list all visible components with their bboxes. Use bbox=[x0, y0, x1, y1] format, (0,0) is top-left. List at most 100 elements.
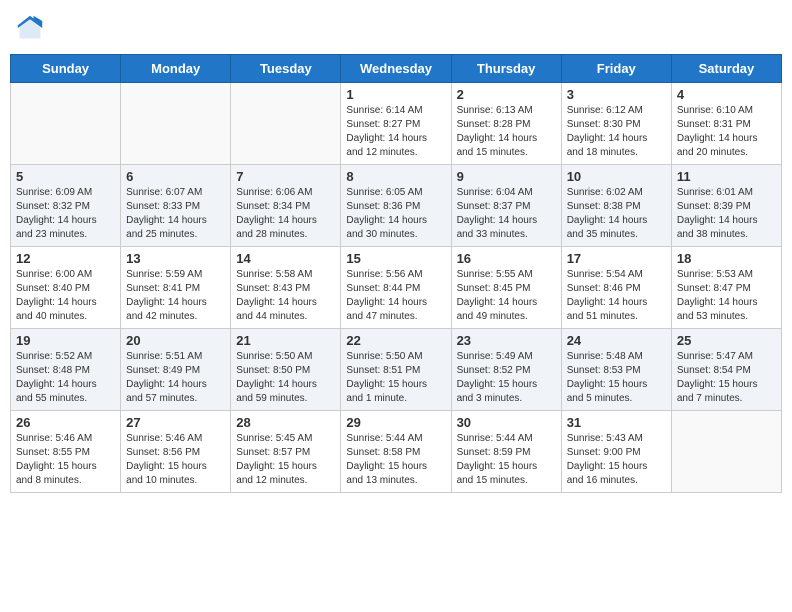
logo bbox=[16, 14, 48, 42]
day-number: 3 bbox=[567, 87, 666, 102]
calendar-cell: 22 Sunrise: 5:50 AM Sunset: 8:51 PM Dayli… bbox=[341, 329, 451, 411]
cell-info: Sunrise: 6:13 AM Sunset: 8:28 PM Dayligh… bbox=[457, 104, 556, 160]
day-number: 12 bbox=[16, 251, 115, 266]
cell-info: Sunrise: 6:06 AM Sunset: 8:34 PM Dayligh… bbox=[236, 186, 335, 242]
cell-info: Sunrise: 6:00 AM Sunset: 8:40 PM Dayligh… bbox=[16, 268, 115, 324]
calendar-cell: 5Sunrise: 6:09 AM Sunset: 8:32 PM Daylig… bbox=[11, 165, 121, 247]
cell-info: Sunrise: 6:01 AM Sunset: 8:39 PM Dayligh… bbox=[677, 186, 776, 242]
cell-info: Sunrise: 5:58 AM Sunset: 8:43 PM Dayligh… bbox=[236, 268, 335, 324]
column-header-tuesday: Tuesday bbox=[231, 55, 341, 83]
calendar-cell: 6 Sunrise: 6:07 AM Sunset: 8:33 PM Daylig… bbox=[121, 165, 231, 247]
day-number: 27 bbox=[126, 415, 225, 430]
column-header-friday: Friday bbox=[561, 55, 671, 83]
cell-info: Sunrise: 5:48 AM Sunset: 8:53 PM Dayligh… bbox=[567, 350, 666, 406]
logo-icon bbox=[16, 14, 44, 42]
cell-info: Sunrise: 5:54 AM Sunset: 8:46 PM Dayligh… bbox=[567, 268, 666, 324]
day-number: 23 bbox=[457, 333, 556, 348]
day-number: 2 bbox=[457, 87, 556, 102]
column-header-thursday: Thursday bbox=[451, 55, 561, 83]
column-header-saturday: Saturday bbox=[671, 55, 781, 83]
calendar-cell: 18Sunrise: 5:53 AM Sunset: 8:47 PM Dayli… bbox=[671, 247, 781, 329]
day-number: 11 bbox=[677, 169, 776, 184]
cell-info: Sunrise: 5:45 AM Sunset: 8:57 PM Dayligh… bbox=[236, 432, 335, 488]
day-number: 4 bbox=[677, 87, 776, 102]
column-header-wednesday: Wednesday bbox=[341, 55, 451, 83]
calendar-cell: 17 Sunrise: 5:54 AM Sunset: 8:46 PM Dayli… bbox=[561, 247, 671, 329]
day-number: 13 bbox=[126, 251, 225, 266]
calendar-cell: 30 Sunrise: 5:44 AM Sunset: 8:59 PM Dayli… bbox=[451, 411, 561, 493]
day-number: 15 bbox=[346, 251, 445, 266]
calendar-week-row: 19 Sunrise: 5:52 AM Sunset: 8:48 PM Dayli… bbox=[11, 329, 782, 411]
calendar-cell: 25 Sunrise: 5:47 AM Sunset: 8:54 PM Dayli… bbox=[671, 329, 781, 411]
cell-info: Sunrise: 5:52 AM Sunset: 8:48 PM Dayligh… bbox=[16, 350, 115, 406]
calendar-cell: 8 Sunrise: 6:05 AM Sunset: 8:36 PM Daylig… bbox=[341, 165, 451, 247]
calendar-cell: 21 Sunrise: 5:50 AM Sunset: 8:50 PM Dayli… bbox=[231, 329, 341, 411]
column-header-sunday: Sunday bbox=[11, 55, 121, 83]
day-number: 8 bbox=[346, 169, 445, 184]
calendar-cell: 24 Sunrise: 5:48 AM Sunset: 8:53 PM Dayli… bbox=[561, 329, 671, 411]
cell-info: Sunrise: 5:56 AM Sunset: 8:44 PM Dayligh… bbox=[346, 268, 445, 324]
calendar-cell: 2 Sunrise: 6:13 AM Sunset: 8:28 PM Daylig… bbox=[451, 83, 561, 165]
calendar-header-row: SundayMondayTuesdayWednesdayThursdayFrid… bbox=[11, 55, 782, 83]
calendar-cell: 3 Sunrise: 6:12 AM Sunset: 8:30 PM Daylig… bbox=[561, 83, 671, 165]
cell-info: Sunrise: 5:44 AM Sunset: 8:58 PM Dayligh… bbox=[346, 432, 445, 488]
calendar-cell: 7 Sunrise: 6:06 AM Sunset: 8:34 PM Daylig… bbox=[231, 165, 341, 247]
calendar-cell bbox=[671, 411, 781, 493]
day-number: 21 bbox=[236, 333, 335, 348]
calendar-cell: 19 Sunrise: 5:52 AM Sunset: 8:48 PM Dayli… bbox=[11, 329, 121, 411]
calendar-cell: 11 Sunrise: 6:01 AM Sunset: 8:39 PM Dayli… bbox=[671, 165, 781, 247]
cell-info: Sunrise: 6:14 AM Sunset: 8:27 PM Dayligh… bbox=[346, 104, 445, 160]
day-number: 6 bbox=[126, 169, 225, 184]
day-number: 9 bbox=[457, 169, 556, 184]
calendar-cell: 9Sunrise: 6:04 AM Sunset: 8:37 PM Daylig… bbox=[451, 165, 561, 247]
column-header-monday: Monday bbox=[121, 55, 231, 83]
calendar-cell: 14 Sunrise: 5:58 AM Sunset: 8:43 PM Dayli… bbox=[231, 247, 341, 329]
day-number: 30 bbox=[457, 415, 556, 430]
day-number: 17 bbox=[567, 251, 666, 266]
cell-info: Sunrise: 5:47 AM Sunset: 8:54 PM Dayligh… bbox=[677, 350, 776, 406]
cell-info: Sunrise: 6:09 AM Sunset: 8:32 PM Dayligh… bbox=[16, 186, 115, 242]
calendar-week-row: 1Sunrise: 6:14 AM Sunset: 8:27 PM Daylig… bbox=[11, 83, 782, 165]
cell-info: Sunrise: 6:05 AM Sunset: 8:36 PM Dayligh… bbox=[346, 186, 445, 242]
day-number: 10 bbox=[567, 169, 666, 184]
day-number: 19 bbox=[16, 333, 115, 348]
cell-info: Sunrise: 5:43 AM Sunset: 9:00 PM Dayligh… bbox=[567, 432, 666, 488]
calendar-cell: 1Sunrise: 6:14 AM Sunset: 8:27 PM Daylig… bbox=[341, 83, 451, 165]
calendar-cell bbox=[231, 83, 341, 165]
day-number: 18 bbox=[677, 251, 776, 266]
calendar-cell: 15 Sunrise: 5:56 AM Sunset: 8:44 PM Dayli… bbox=[341, 247, 451, 329]
cell-info: Sunrise: 5:46 AM Sunset: 8:55 PM Dayligh… bbox=[16, 432, 115, 488]
cell-info: Sunrise: 5:50 AM Sunset: 8:51 PM Dayligh… bbox=[346, 350, 445, 406]
cell-info: Sunrise: 5:44 AM Sunset: 8:59 PM Dayligh… bbox=[457, 432, 556, 488]
cell-info: Sunrise: 5:51 AM Sunset: 8:49 PM Dayligh… bbox=[126, 350, 225, 406]
calendar-cell: 28 Sunrise: 5:45 AM Sunset: 8:57 PM Dayli… bbox=[231, 411, 341, 493]
calendar-cell bbox=[11, 83, 121, 165]
day-number: 26 bbox=[16, 415, 115, 430]
cell-info: Sunrise: 6:12 AM Sunset: 8:30 PM Dayligh… bbox=[567, 104, 666, 160]
calendar-cell bbox=[121, 83, 231, 165]
page-header bbox=[10, 10, 782, 46]
calendar-cell: 29 Sunrise: 5:44 AM Sunset: 8:58 PM Dayli… bbox=[341, 411, 451, 493]
day-number: 7 bbox=[236, 169, 335, 184]
cell-info: Sunrise: 5:50 AM Sunset: 8:50 PM Dayligh… bbox=[236, 350, 335, 406]
calendar-cell: 31Sunrise: 5:43 AM Sunset: 9:00 PM Dayli… bbox=[561, 411, 671, 493]
calendar-week-row: 5Sunrise: 6:09 AM Sunset: 8:32 PM Daylig… bbox=[11, 165, 782, 247]
calendar-week-row: 26 Sunrise: 5:46 AM Sunset: 8:55 PM Dayli… bbox=[11, 411, 782, 493]
cell-info: Sunrise: 6:02 AM Sunset: 8:38 PM Dayligh… bbox=[567, 186, 666, 242]
day-number: 25 bbox=[677, 333, 776, 348]
day-number: 28 bbox=[236, 415, 335, 430]
calendar-cell: 16Sunrise: 5:55 AM Sunset: 8:45 PM Dayli… bbox=[451, 247, 561, 329]
calendar-cell: 27 Sunrise: 5:46 AM Sunset: 8:56 PM Dayli… bbox=[121, 411, 231, 493]
day-number: 29 bbox=[346, 415, 445, 430]
calendar-cell: 20Sunrise: 5:51 AM Sunset: 8:49 PM Dayli… bbox=[121, 329, 231, 411]
day-number: 24 bbox=[567, 333, 666, 348]
cell-info: Sunrise: 5:55 AM Sunset: 8:45 PM Dayligh… bbox=[457, 268, 556, 324]
calendar-table: SundayMondayTuesdayWednesdayThursdayFrid… bbox=[10, 54, 782, 493]
day-number: 14 bbox=[236, 251, 335, 266]
calendar-cell: 13 Sunrise: 5:59 AM Sunset: 8:41 PM Dayli… bbox=[121, 247, 231, 329]
cell-info: Sunrise: 6:07 AM Sunset: 8:33 PM Dayligh… bbox=[126, 186, 225, 242]
cell-info: Sunrise: 5:46 AM Sunset: 8:56 PM Dayligh… bbox=[126, 432, 225, 488]
day-number: 22 bbox=[346, 333, 445, 348]
calendar-cell: 26 Sunrise: 5:46 AM Sunset: 8:55 PM Dayli… bbox=[11, 411, 121, 493]
cell-info: Sunrise: 5:59 AM Sunset: 8:41 PM Dayligh… bbox=[126, 268, 225, 324]
